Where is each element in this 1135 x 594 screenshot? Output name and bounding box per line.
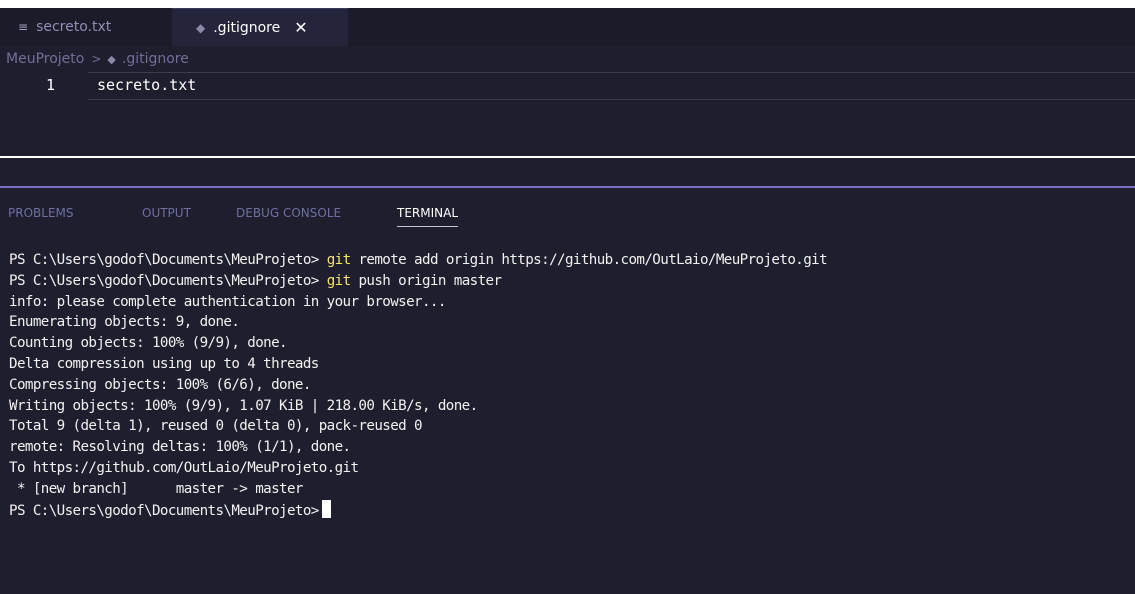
breadcrumb-separator: >: [91, 52, 102, 66]
tab-bar: ≡ secreto.txt ◆ .gitignore ✕: [0, 8, 1135, 46]
terminal-output: Enumerating objects: 9, done.: [9, 314, 240, 331]
tab-output[interactable]: OUTPUT: [142, 206, 191, 220]
prompt: PS C:\Users\godof\Documents\MeuProjeto>: [9, 502, 319, 519]
prompt: PS C:\Users\godof\Documents\MeuProjeto>: [9, 252, 319, 268]
line-number: 1: [46, 76, 56, 94]
breadcrumb-file[interactable]: .gitignore: [122, 51, 189, 67]
terminal-output: Total 9 (delta 1), reused 0 (delta 0), p…: [9, 418, 423, 435]
tab-terminal[interactable]: TERMINAL: [397, 206, 459, 227]
code-editor-window: ≡ secreto.txt ◆ .gitignore ✕ MeuProjeto …: [0, 8, 1135, 594]
panel-border: [0, 186, 1135, 188]
terminal-line: PS C:\Users\godof\Documents\MeuProjeto> …: [9, 271, 1129, 292]
tab-problems[interactable]: PROBLEMS: [8, 206, 74, 220]
current-line-highlight: [88, 72, 1135, 100]
bottom-panel: PROBLEMS OUTPUT DEBUG CONSOLE TERMINAL P…: [0, 158, 1135, 594]
terminal[interactable]: PS C:\Users\godof\Documents\MeuProjeto> …: [9, 250, 1129, 590]
tab-gitignore[interactable]: ◆ .gitignore ✕: [172, 8, 348, 46]
editor-area[interactable]: 1 secreto.txt: [0, 72, 1135, 160]
tab-label: secreto.txt: [36, 19, 112, 35]
tab-label: .gitignore: [213, 19, 281, 36]
terminal-output: Compressing objects: 100% (6/6), done.: [9, 376, 311, 393]
prompt: PS C:\Users\godof\Documents\MeuProjeto>: [9, 272, 319, 289]
command-exe: git: [326, 272, 351, 289]
terminal-output: Counting objects: 100% (9/9), done.: [9, 335, 288, 352]
terminal-output: remote: Resolving deltas: 100% (1/1), do…: [9, 439, 351, 456]
terminal-line: PS C:\Users\godof\Documents\MeuProjeto>: [9, 499, 1129, 521]
breadcrumb: MeuProjeto > ◆ .gitignore: [0, 46, 1135, 72]
tab-secreto-txt[interactable]: ≡ secreto.txt: [0, 8, 172, 46]
terminal-line: PS C:\Users\godof\Documents\MeuProjeto> …: [9, 250, 1129, 271]
terminal-output: Delta compression using up to 4 threads: [9, 355, 319, 372]
command-args: remote add origin https://github.com/Out…: [358, 252, 828, 268]
breadcrumb-project[interactable]: MeuProjeto: [6, 51, 84, 67]
command-exe: git: [326, 252, 351, 268]
terminal-output: To https://github.com/OutLaio/MeuProjeto…: [9, 459, 359, 476]
terminal-output: * [new branch] master -> master: [9, 480, 304, 497]
git-diamond-icon: ◆: [196, 20, 206, 35]
code-line[interactable]: secreto.txt: [97, 76, 196, 94]
tab-debug-console[interactable]: DEBUG CONSOLE: [236, 206, 341, 220]
git-diamond-icon: ◆: [107, 52, 116, 66]
terminal-cursor: [321, 499, 331, 518]
lines-icon: ≡: [18, 20, 29, 34]
terminal-output: info: please complete authentication in …: [9, 293, 446, 310]
terminal-output: Writing objects: 100% (9/9), 1.07 KiB | …: [9, 397, 478, 414]
close-icon[interactable]: ✕: [294, 18, 307, 37]
command-args: push origin master: [358, 272, 502, 289]
